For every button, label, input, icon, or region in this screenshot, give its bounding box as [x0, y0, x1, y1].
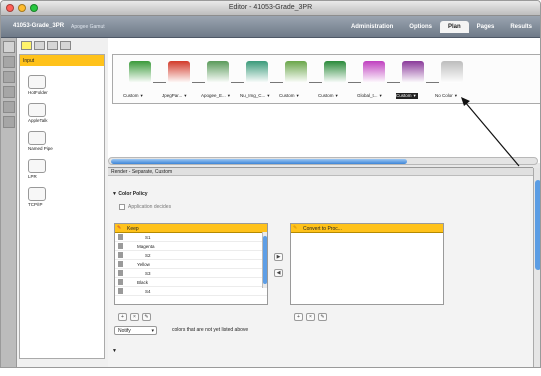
app-window: Editor - 41053-Grade_3PR 41053-Grade_3PR…: [0, 0, 541, 368]
callout-line: [464, 101, 520, 167]
status-bar: [0, 368, 541, 376]
callout-arrow-layer: [461, 97, 520, 167]
callout-arrowhead-icon: [461, 97, 470, 106]
